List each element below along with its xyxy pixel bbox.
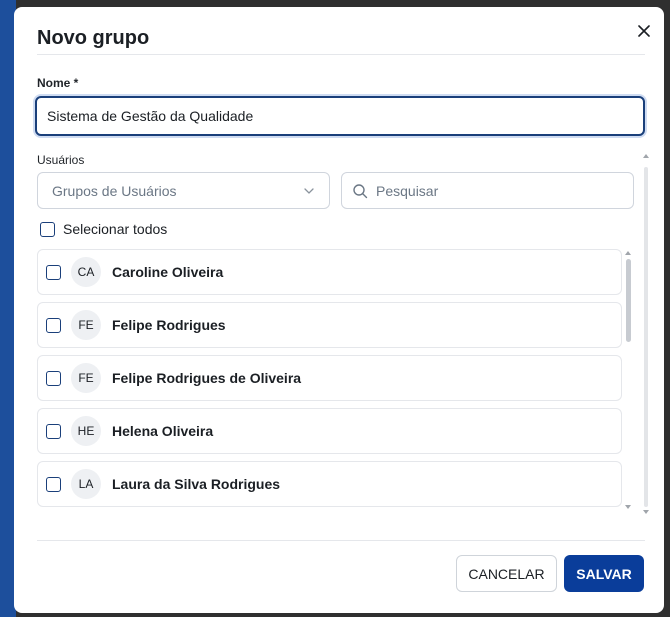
user-row[interactable]: HE Helena Oliveira <box>37 408 622 454</box>
close-icon <box>638 25 650 37</box>
user-name: Felipe Rodrigues de Oliveira <box>112 370 302 386</box>
user-checkbox[interactable] <box>46 370 61 386</box>
user-checkbox[interactable] <box>46 476 61 492</box>
avatar: FE <box>71 363 101 393</box>
users-label: Usuários <box>37 153 85 167</box>
cancel-button[interactable]: CANCELAR <box>456 555 557 592</box>
user-list-scrollbar[interactable] <box>626 259 631 342</box>
avatar: HE <box>71 416 101 446</box>
user-groups-select-text: Grupos de Usuários <box>52 182 177 199</box>
user-name: Helena Oliveira <box>112 423 214 439</box>
avatar: CA <box>71 257 101 287</box>
user-row[interactable]: CA Caroline Oliveira <box>37 249 622 295</box>
name-input[interactable] <box>35 96 645 136</box>
chevron-down-icon <box>304 187 314 194</box>
dialog-title: Novo grupo <box>37 27 150 49</box>
name-label: Nome * <box>37 76 79 90</box>
avatar: LA <box>71 469 101 499</box>
search-icon <box>353 183 368 198</box>
select-all-label: Selecionar todos <box>63 221 168 237</box>
dialog-scroll-up-icon[interactable] <box>643 154 649 158</box>
user-row[interactable]: FE Felipe Rodrigues <box>37 302 622 348</box>
user-checkbox[interactable] <box>46 317 61 333</box>
user-groups-select[interactable]: Grupos de Usuários <box>37 172 330 209</box>
search-field[interactable] <box>341 172 634 209</box>
save-button[interactable]: SALVAR <box>564 555 644 592</box>
close-button[interactable] <box>634 21 654 41</box>
user-name: Laura da Silva Rodrigues <box>112 476 281 492</box>
user-row[interactable]: FE Felipe Rodrigues de Oliveira <box>37 355 622 401</box>
dialog-scroll-down-icon[interactable] <box>643 510 649 514</box>
user-checkbox[interactable] <box>46 423 61 439</box>
user-row[interactable]: LA Laura da Silva Rodrigues <box>37 461 622 507</box>
user-list-scroll-down-icon[interactable] <box>625 505 631 509</box>
select-all-row[interactable]: Selecionar todos <box>40 221 167 237</box>
user-list: CA Caroline Oliveira FE Felipe Rodrigues… <box>37 249 622 514</box>
user-name: Caroline Oliveira <box>112 264 224 280</box>
new-group-dialog: Novo grupo Nome * Usuários Grupos de Usu… <box>14 7 664 613</box>
search-input[interactable] <box>376 182 623 199</box>
dialog-scrollbar[interactable] <box>644 167 648 507</box>
select-all-checkbox[interactable] <box>40 221 55 237</box>
footer-divider <box>37 540 645 541</box>
avatar: FE <box>71 310 101 340</box>
user-checkbox[interactable] <box>46 264 61 280</box>
header-divider <box>37 54 645 55</box>
user-list-scroll-up-icon[interactable] <box>625 251 631 255</box>
user-name: Felipe Rodrigues <box>112 317 226 333</box>
